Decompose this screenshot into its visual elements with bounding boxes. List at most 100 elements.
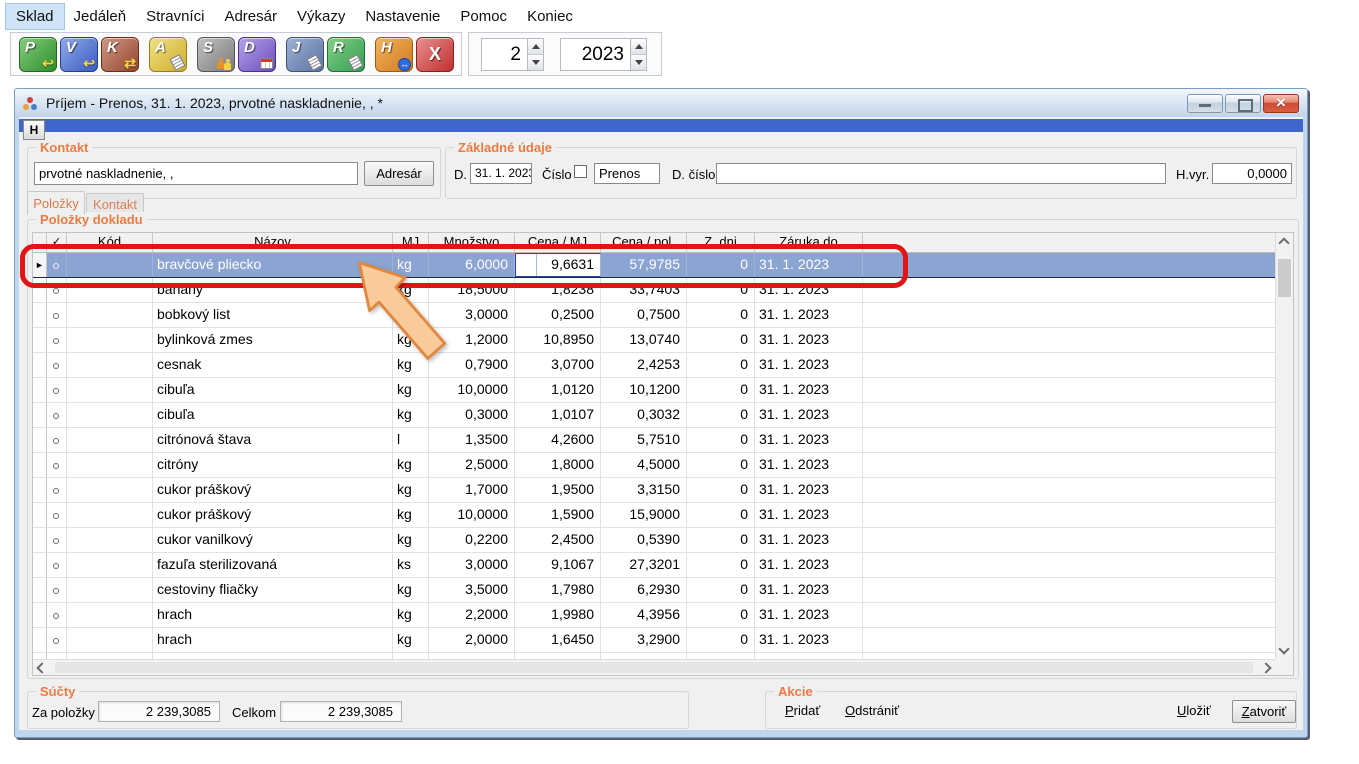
table-row[interactable]: banánykg18,50001,823833,7403031. 1. 2023 [33,278,1275,303]
cell-mj: kg [393,378,429,402]
h-button[interactable]: H [23,120,45,140]
tab-polozky[interactable]: Položky [27,191,85,215]
year-up-button[interactable] [631,39,646,55]
close-button[interactable] [1263,94,1299,113]
toolbar-prijem-icon[interactable]: P↩ [19,37,57,72]
table-row[interactable]: citrónová štaval1,35004,26005,7510031. 1… [33,428,1275,453]
record-dot-icon [53,513,59,519]
header-cell-2[interactable]: Názov [153,233,393,252]
table-row[interactable]: cibuľakg0,30001,01070,3032031. 1. 2023 [33,403,1275,428]
h-vyr-field[interactable]: 0,0000 [1212,163,1292,184]
cena-mj-edit-field[interactable]: 9,6631 [515,253,601,277]
menu-item-pomoc[interactable]: Pomoc [450,4,517,29]
icon-letter: V [66,39,76,56]
cell-mnozstvo: 2,0000 [429,628,515,652]
odstranit-button[interactable]: Odstrániť [845,703,899,718]
v-scrollbar[interactable] [1275,233,1293,659]
cell-nazov: hrach [153,603,393,627]
cell-filler [863,553,1275,577]
menu-item-sklad[interactable]: Sklad [6,4,64,29]
header-cell-8[interactable]: Záruka do [755,233,863,252]
d-date-field[interactable]: 31. 1. 2023 [470,163,532,184]
cell-nazov: hrach [153,628,393,652]
cell-cena-pol: 3,2900 [601,628,687,652]
menu-item-koniec[interactable]: Koniec [517,4,583,29]
minimize-button[interactable] [1187,94,1223,113]
header-cell-4[interactable]: Množstvo [429,233,515,252]
toolbar-pomoc-icon[interactable]: H↔ [375,37,413,72]
toolbar-koniec-icon[interactable]: X [416,37,454,72]
header-cell-1[interactable]: Kód [67,233,153,252]
table-row[interactable]: bylinková zmeskg1,200010,895013,0740031.… [33,328,1275,353]
ulozit-button[interactable]: Uložiť [1177,703,1211,718]
toolbar-stravnici-icon[interactable]: S [197,37,235,72]
scroll-right-icon[interactable] [1260,662,1271,673]
table-row[interactable]: hrachkg2,20001,99804,3956031. 1. 2023 [33,603,1275,628]
table-row[interactable]: cukor vanilkovýkg0,22002,45000,5390031. … [33,528,1275,553]
scroll-up-icon[interactable] [1278,237,1289,248]
table-row[interactable]: ►bravčové plieckokg6,00009,663157,978503… [33,253,1275,278]
down-arrow-icon [532,60,540,65]
kontakt-input[interactable] [34,162,358,185]
menu-item-stravníci[interactable]: Stravníci [136,4,214,29]
cell-cena-pol: 3,3150 [601,478,687,502]
record-dot-icon [53,588,59,594]
table-row[interactable]: bobkový listks3,00000,25000,7500031. 1. … [33,303,1275,328]
table-row[interactable]: cukor práškovýkg1,70001,95003,3150031. 1… [33,478,1275,503]
zatvorit-button[interactable]: Zatvoriť [1232,700,1296,723]
table-row[interactable]: cestoviny fliačkykg3,50001,79806,2930031… [33,578,1275,603]
celkom-field: 2 239,3085 [280,701,402,722]
menu-item-výkazy[interactable]: Výkazy [287,4,355,29]
month-spinner: 2 [481,38,544,71]
year-down-button[interactable] [631,55,646,70]
window-titlebar[interactable]: Príjem - Prenos, 31. 1. 2023, prvotné na… [15,89,1307,117]
v-scrollbar-thumb[interactable] [1278,259,1291,297]
toolbar-vydaj-icon[interactable]: V↩ [60,37,98,72]
header-cell-0[interactable]: ✓ [47,233,67,252]
table-row[interactable]: cukor práškovýkg10,00001,590015,9000031.… [33,503,1275,528]
cell-filler [863,253,1275,277]
toolbar-prevodka-icon[interactable]: K⇄ [101,37,139,72]
cell-mj: l [393,428,429,452]
table-row[interactable]: cibuľakg10,00001,012010,1200031. 1. 2023 [33,378,1275,403]
toolbar-recepty-icon[interactable]: R [327,37,365,72]
header-cell-7[interactable]: Z. dni [687,233,755,252]
toolbar-dochadzka-icon[interactable]: D [238,37,276,72]
icon-letter: X [417,44,453,65]
toolbar-jedalen-icon[interactable]: J [286,37,324,72]
d-cislo-field[interactable] [716,163,1166,184]
table-row[interactable]: citrónykg2,50001,80004,5000031. 1. 2023 [33,453,1275,478]
year-value[interactable]: 2023 [560,38,630,71]
cell-z-dni: 0 [687,253,755,277]
people-glyph-icon [217,57,232,69]
scroll-left-icon[interactable] [36,662,47,673]
month-down-button[interactable] [528,55,543,70]
toolbar-adresar-icon[interactable]: A [149,37,187,72]
h-scrollbar[interactable] [33,659,1275,675]
cell-kod [67,428,153,452]
table-row[interactable]: hrachkg2,00001,64503,2900031. 1. 2023 [33,628,1275,653]
cell-check [47,278,67,302]
menu-item-nastavenie[interactable]: Nastavenie [355,4,450,29]
row-selector-cell [33,378,47,402]
scrollbar-corner [1275,659,1293,675]
scroll-down-icon[interactable] [1278,643,1289,654]
menu-item-adresár[interactable]: Adresár [214,4,287,29]
adresar-button[interactable]: Adresár [364,161,434,186]
header-cell-5[interactable]: Cena / MJ [515,233,601,252]
menu-item-jedáleň[interactable]: Jedáleň [64,4,137,29]
month-value[interactable]: 2 [481,38,527,71]
table-row[interactable]: cesnakkg0,79003,07002,4253031. 1. 2023 [33,353,1275,378]
maximize-button[interactable] [1225,94,1261,113]
kontakt-group-label: Kontakt [36,140,92,155]
table-row[interactable]: fazuľa sterilizovanáks3,00009,106727,320… [33,553,1275,578]
month-up-button[interactable] [528,39,543,55]
h-scrollbar-thumb[interactable] [55,662,1253,673]
cell-mnozstvo: 10,0000 [429,503,515,527]
row-selector-cell [33,603,47,627]
pridat-button[interactable]: Pridať [785,703,820,718]
header-cell-3[interactable]: MJ [393,233,429,252]
header-cell-6[interactable]: Cena / pol. [601,233,687,252]
cislo-checkbox[interactable] [574,165,587,178]
doklad-typ-field[interactable]: Prenos [594,163,660,184]
